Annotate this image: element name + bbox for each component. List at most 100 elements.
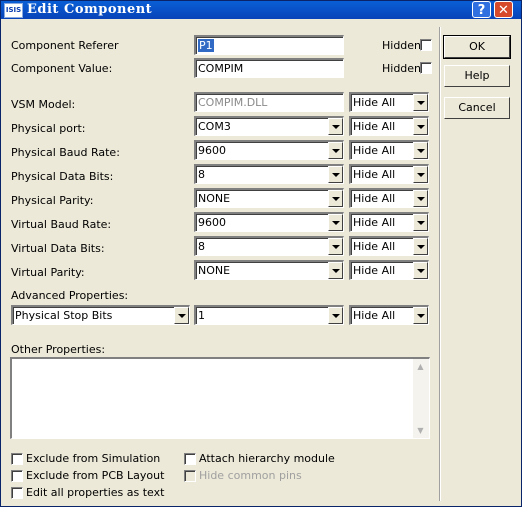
textarea-scrollbar[interactable]: ▲ ▼ xyxy=(413,359,429,438)
chevron-down-icon[interactable] xyxy=(174,307,189,324)
chevron-down-icon[interactable] xyxy=(328,166,343,183)
vsm-model-input: COMPIM.DLL xyxy=(194,92,344,112)
hide-common-pins-checkbox xyxy=(184,470,196,482)
help-button[interactable]: Help xyxy=(444,65,510,87)
chevron-down-icon[interactable] xyxy=(328,214,343,231)
isis-app-icon: ISIS xyxy=(4,3,23,18)
chevron-down-icon[interactable] xyxy=(413,307,428,324)
hide-value: Hide All xyxy=(353,192,396,205)
chevron-down-icon[interactable] xyxy=(413,190,428,207)
advanced-value-value: 1 xyxy=(198,309,205,322)
row-label: Physical port: xyxy=(11,122,86,135)
advanced-hide-select[interactable]: Hide All xyxy=(349,305,429,325)
exclude-pcb-checkbox[interactable] xyxy=(11,470,23,482)
chevron-down-icon[interactable] xyxy=(413,238,428,255)
referer-hidden-checkbox[interactable] xyxy=(420,39,432,51)
hide-select[interactable]: Hide All xyxy=(349,212,429,232)
edit-all-label: Edit all properties as text xyxy=(26,486,165,499)
component-value-label: Component Value: xyxy=(11,62,113,75)
hide-value: Hide All xyxy=(353,240,396,253)
scroll-up-icon[interactable]: ▲ xyxy=(415,361,426,372)
advanced-property-select[interactable]: Physical Stop Bits xyxy=(11,305,190,325)
attach-hierarchy-checkbox[interactable] xyxy=(184,453,196,465)
advanced-value-select[interactable]: 1 xyxy=(194,305,344,325)
title-close-button[interactable]: ✕ xyxy=(494,1,513,18)
chevron-down-icon[interactable] xyxy=(413,118,428,135)
value-hidden-label: Hidden: xyxy=(382,62,425,75)
edit-all-checkbox[interactable] xyxy=(11,487,23,499)
row-label: Physical Data Bits: xyxy=(11,170,114,183)
scroll-down-icon[interactable]: ▼ xyxy=(415,425,426,436)
hide-value: Hide All xyxy=(353,144,396,157)
physical-data-bits-select[interactable]: 8 xyxy=(194,164,344,184)
title-bar[interactable]: ISIS Edit Component ? ✕ xyxy=(1,1,521,19)
title-help-button[interactable]: ? xyxy=(472,1,491,18)
exclude-simulation-checkbox[interactable] xyxy=(11,453,23,465)
row-label: Virtual Parity: xyxy=(11,266,85,279)
hide-select[interactable]: Hide All xyxy=(349,116,429,136)
virtual-baud-select[interactable]: 9600 xyxy=(194,212,344,232)
hide-value: Hide All xyxy=(353,168,396,181)
advanced-properties-label: Advanced Properties: xyxy=(11,289,129,302)
hide-select[interactable]: Hide All xyxy=(349,260,429,280)
row-value: COMPIM.DLL xyxy=(198,96,268,109)
chevron-down-icon[interactable] xyxy=(413,142,428,159)
advanced-hide-value: Hide All xyxy=(353,309,396,322)
cancel-button[interactable]: Cancel xyxy=(444,97,510,119)
row-value: COM3 xyxy=(198,120,231,133)
hide-value: Hide All xyxy=(353,264,396,277)
chevron-down-icon[interactable] xyxy=(413,166,428,183)
exclude-pcb-label: Exclude from PCB Layout xyxy=(26,469,165,482)
chevron-down-icon[interactable] xyxy=(328,262,343,279)
row-value: NONE xyxy=(198,192,231,205)
other-properties-textarea[interactable]: ▲ ▼ xyxy=(10,357,430,439)
component-value-input[interactable]: COMPIM xyxy=(194,58,344,78)
hide-select[interactable]: Hide All xyxy=(349,92,429,112)
value-hidden-checkbox[interactable] xyxy=(420,62,432,74)
chevron-down-icon[interactable] xyxy=(328,307,343,324)
virtual-parity-select[interactable]: NONE xyxy=(194,260,344,280)
hide-value: Hide All xyxy=(353,96,396,109)
component-referer-label: Component Referer xyxy=(11,39,119,52)
hide-select[interactable]: Hide All xyxy=(349,188,429,208)
attach-hierarchy-label: Attach hierarchy module xyxy=(199,452,335,465)
row-label: Virtual Data Bits: xyxy=(11,242,105,255)
hide-select[interactable]: Hide All xyxy=(349,140,429,160)
row-value: 8 xyxy=(198,240,205,253)
hide-value: Hide All xyxy=(353,120,396,133)
hide-value: Hide All xyxy=(353,216,396,229)
hide-select[interactable]: Hide All xyxy=(349,164,429,184)
component-referer-value: P1 xyxy=(198,39,214,52)
row-value: NONE xyxy=(198,264,231,277)
other-properties-label: Other Properties: xyxy=(11,343,106,356)
virtual-data-bits-select[interactable]: 8 xyxy=(194,236,344,256)
vertical-divider xyxy=(439,27,441,501)
row-label: Physical Baud Rate: xyxy=(11,146,120,159)
chevron-down-icon[interactable] xyxy=(413,94,428,111)
advanced-property-value: Physical Stop Bits xyxy=(15,309,113,322)
physical-baud-select[interactable]: 9600 xyxy=(194,140,344,160)
ok-button[interactable]: OK xyxy=(443,35,511,59)
hide-common-pins-label: Hide common pins xyxy=(199,469,302,482)
component-value-value: COMPIM xyxy=(198,62,244,75)
referer-hidden-label: Hidden: xyxy=(382,39,425,52)
component-referer-input[interactable]: P1 xyxy=(194,35,344,55)
physical-port-select[interactable]: COM3 xyxy=(194,116,344,136)
exclude-simulation-label: Exclude from Simulation xyxy=(26,452,161,465)
chevron-down-icon[interactable] xyxy=(328,118,343,135)
chevron-down-icon[interactable] xyxy=(328,238,343,255)
row-label: VSM Model: xyxy=(11,98,76,111)
window-title: Edit Component xyxy=(27,2,153,17)
chevron-down-icon[interactable] xyxy=(328,142,343,159)
edit-component-dialog: ISIS Edit Component ? ✕ Component Refere… xyxy=(0,0,522,507)
chevron-down-icon[interactable] xyxy=(413,214,428,231)
chevron-down-icon[interactable] xyxy=(328,190,343,207)
row-value: 9600 xyxy=(198,216,226,229)
row-label: Physical Parity: xyxy=(11,194,94,207)
chevron-down-icon[interactable] xyxy=(413,262,428,279)
physical-parity-select[interactable]: NONE xyxy=(194,188,344,208)
row-value: 9600 xyxy=(198,144,226,157)
hide-select[interactable]: Hide All xyxy=(349,236,429,256)
row-value: 8 xyxy=(198,168,205,181)
row-label: Virtual Baud Rate: xyxy=(11,218,112,231)
